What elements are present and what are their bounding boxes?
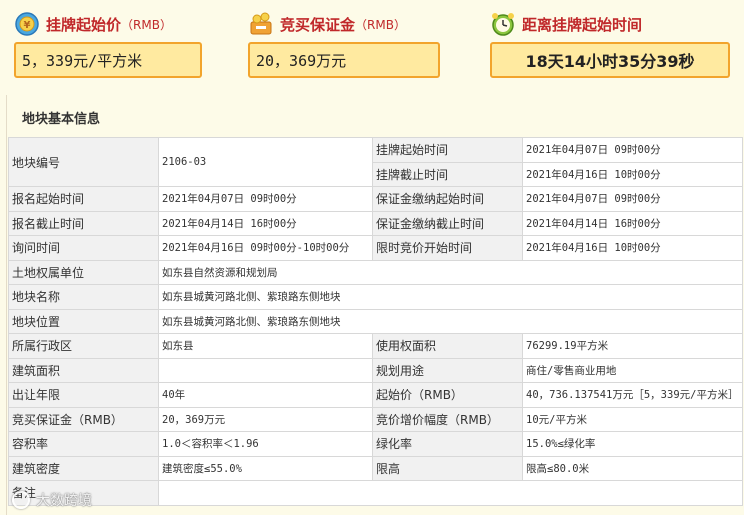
cell-key: 建筑密度: [8, 455, 159, 481]
cell-value: 如东县城黄河路北侧、紫琅路东侧地块: [158, 308, 743, 334]
cell-key: 土地权属单位: [8, 259, 159, 285]
deposit-label: 竞买保证金: [280, 15, 356, 34]
start-price-value: 5，339元/平方米: [22, 51, 143, 70]
start-price-value-box: 5，339元/平方米: [14, 42, 202, 78]
cell-value: 如东县: [158, 333, 373, 359]
section-title: 地块基本信息: [22, 112, 101, 127]
cell-value: 限高≤80.0米: [522, 455, 743, 481]
cell-key: 保证金缴纳截止时间: [372, 210, 523, 236]
table-row: 所属行政区 如东县 使用权面积 76299.19平方米: [8, 333, 743, 359]
cell-key: 地块位置: [8, 308, 159, 334]
cell-value: 76299.19平方米: [522, 333, 743, 359]
deposit-icon: [250, 12, 272, 35]
cell-key: 地块编号: [8, 137, 159, 187]
land-info-table: 地块编号 2106-03 挂牌起始时间 2021年04月07日 09时00分 挂…: [8, 137, 743, 506]
cell-value: 如东县自然资源和规划局: [158, 259, 743, 285]
deposit-block: 竞买保证金 （RMB）: [248, 10, 406, 38]
cell-key: 建筑面积: [8, 357, 159, 383]
cell-key: 限高: [372, 455, 523, 481]
cell-key: 限时竞价开始时间: [372, 235, 523, 261]
countdown-block: 距离挂牌起始时间: [490, 10, 642, 38]
deposit-value-box: 20，369万元: [248, 42, 440, 78]
cell-value: 20，369万元: [158, 406, 373, 432]
cell-key: 挂牌截止时间: [372, 161, 523, 187]
cell-value: 2021年04月14日 16时00分: [158, 210, 373, 236]
cell-value: 2021年04月16日 10时00分: [522, 161, 743, 187]
cell-value: 2021年04月16日 09时00分-10时00分: [158, 235, 373, 261]
cell-value: 如东县城黄河路北侧、紫琅路东侧地块: [158, 284, 743, 310]
table-row: 建筑密度 建筑密度≤55.0% 限高 限高≤80.0米: [8, 455, 743, 481]
table-row: 地块名称 如东县城黄河路北侧、紫琅路东侧地块: [8, 284, 743, 310]
alarm-clock-icon: [492, 13, 514, 36]
cell-value: 1.0＜容积率＜1.96: [158, 431, 373, 457]
price-coin-icon: ¥: [15, 12, 39, 36]
summary-panel: ¥ 挂牌起始价 （RMB） 5，339元/平方米 竞买保证金 （RMB） 20，…: [0, 0, 744, 100]
cell-value: [158, 357, 373, 383]
table-row: 竞买保证金（RMB） 20，369万元 竞价增价幅度（RMB） 10元/平方米: [8, 406, 743, 432]
start-price-unit: （RMB）: [121, 17, 172, 32]
deposit-value: 20，369万元: [256, 51, 347, 70]
cell-key: 绿化率: [372, 431, 523, 457]
start-price-block: ¥ 挂牌起始价 （RMB）: [14, 10, 172, 38]
cell-key: 所属行政区: [8, 333, 159, 359]
cell-key: 竞价增价幅度（RMB）: [372, 406, 523, 432]
table-row: 地块位置 如东县城黄河路北侧、紫琅路东侧地块: [8, 308, 743, 334]
cell-value: 2021年04月07日 09时00分: [158, 186, 373, 212]
cell-key: 保证金缴纳起始时间: [372, 186, 523, 212]
cell-key: 报名截止时间: [8, 210, 159, 236]
table-row: 备注: [8, 480, 743, 506]
cell-value: 2021年04月16日 10时00分: [522, 235, 743, 261]
table-row: 土地权属单位 如东县自然资源和规划局: [8, 259, 743, 285]
watermark-text: 大数跨境: [36, 493, 92, 509]
cell-key: 挂牌起始时间: [372, 137, 523, 163]
watermark: 大数跨境: [12, 490, 92, 510]
table-row: 报名起始时间 2021年04月07日 09时00分 保证金缴纳起始时间 2021…: [8, 186, 743, 212]
cell-key: 报名起始时间: [8, 186, 159, 212]
table-row: 地块编号 2106-03 挂牌起始时间 2021年04月07日 09时00分: [8, 137, 743, 187]
table-row: 报名截止时间 2021年04月14日 16时00分 保证金缴纳截止时间 2021…: [8, 210, 743, 236]
countdown-label: 距离挂牌起始时间: [522, 15, 643, 34]
table-row: 容积率 1.0＜容积率＜1.96 绿化率 15.0%≤绿化率: [8, 431, 743, 457]
cell-key: 起始价（RMB）: [372, 382, 523, 408]
watermark-logo-icon: [12, 491, 30, 509]
cell-key: 竞买保证金（RMB）: [8, 406, 159, 432]
cell-key: 规划用途: [372, 357, 523, 383]
left-divider: [6, 95, 7, 515]
countdown-value-box: 18天14小时35分39秒: [490, 42, 730, 78]
cell-value: 40，736.137541万元［5，339元/平方米］: [522, 382, 743, 408]
cell-value: 2021年04月07日 09时00分: [522, 137, 743, 163]
cell-value: [158, 480, 743, 506]
svg-text:¥: ¥: [24, 20, 31, 31]
cell-value: 商住/零售商业用地: [522, 357, 743, 383]
cell-value: 15.0%≤绿化率: [522, 431, 743, 457]
cell-key: 容积率: [8, 431, 159, 457]
table-row: 出让年限 40年 起始价（RMB） 40，736.137541万元［5，339元…: [8, 382, 743, 408]
cell-value: 40年: [158, 382, 373, 408]
deposit-unit: （RMB）: [355, 17, 406, 32]
cell-key: 询问时间: [8, 235, 159, 261]
cell-key: 使用权面积: [372, 333, 523, 359]
table-row: 询问时间 2021年04月16日 09时00分-10时00分 限时竞价开始时间 …: [8, 235, 743, 261]
cell-value: 2021年04月07日 09时00分: [522, 186, 743, 212]
cell-value: 建筑密度≤55.0%: [158, 455, 373, 481]
cell-key: 地块名称: [8, 284, 159, 310]
cell-value: 10元/平方米: [522, 406, 743, 432]
table-row: 建筑面积 规划用途 商住/零售商业用地: [8, 357, 743, 383]
cell-value: 2021年04月14日 16时00分: [522, 210, 743, 236]
cell-value: 2106-03: [158, 137, 373, 187]
countdown-value: 18天14小时35分39秒: [525, 52, 695, 71]
cell-key: 出让年限: [8, 382, 159, 408]
start-price-label: 挂牌起始价: [46, 15, 122, 34]
